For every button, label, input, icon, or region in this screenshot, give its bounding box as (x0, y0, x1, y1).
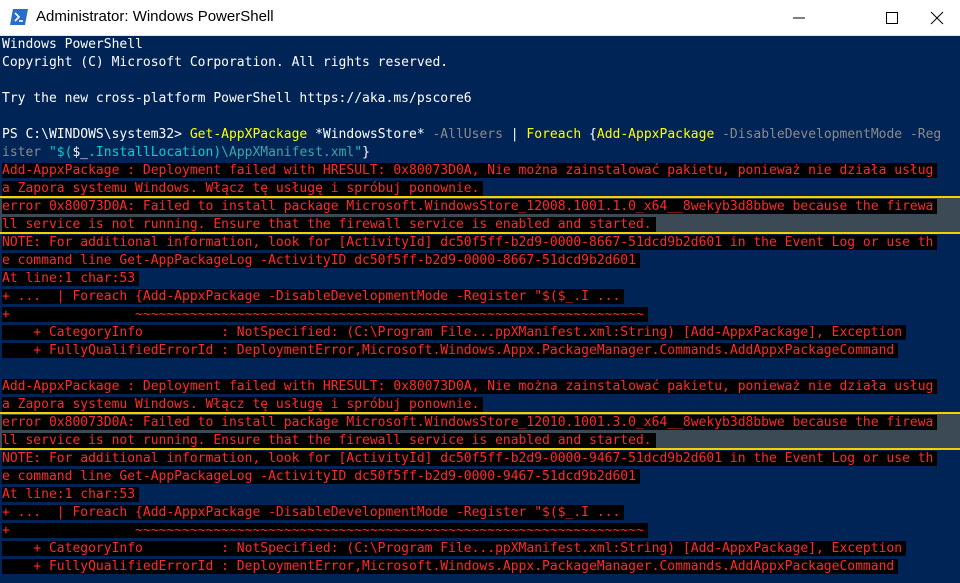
command-line: PS C:\WINDOWS\system32> Get-AppXPackage … (2, 126, 941, 144)
string: "$( (41, 145, 73, 160)
brace: } (362, 145, 370, 160)
error-line: + ~~~~~~~~~~~~~~~~~~~~~~~~~~~~~~~~~~~~~~… (2, 523, 648, 538)
close-button[interactable] (914, 0, 960, 36)
error-line: a Zapora systemu Windows. Włącz tę usług… (2, 397, 484, 412)
header-line: Copyright (C) Microsoft Corporation. All… (2, 55, 449, 70)
error-line: error 0x80073D0A: Failed to install pack… (2, 199, 938, 214)
title-bar[interactable]: Administrator: Windows PowerShell (0, 0, 960, 36)
variable: $_ (72, 145, 89, 160)
error-line: a Zapora systemu Windows. Włącz tę usług… (2, 181, 484, 196)
highlighted-error: error 0x80073D0A: Failed to install pack… (0, 412, 960, 450)
argument: *WindowsStore* (307, 127, 425, 142)
error-line: Add-AppxPackage : Deployment failed with… (2, 379, 938, 394)
error-line: + CategoryInfo : NotSpecified: (C:\Progr… (2, 541, 907, 556)
string: .InstallLocation) (88, 145, 222, 160)
parameter: ister (2, 145, 42, 160)
maximize-icon (886, 12, 898, 24)
error-line: e command line Get-AppPackageLog -Activi… (2, 469, 640, 484)
error-line: + ~~~~~~~~~~~~~~~~~~~~~~~~~~~~~~~~~~~~~~… (2, 307, 648, 322)
parameter: -AllUsers (424, 127, 503, 142)
window-title: Administrator: Windows PowerShell (36, 8, 274, 25)
error-line: + FullyQualifiedErrorId : DeploymentErro… (2, 343, 899, 358)
error-line: ll service is not running. Ensure that t… (2, 433, 656, 448)
parameter: -Reg (902, 127, 942, 142)
string: \AppXManifest.xml (221, 145, 355, 160)
header-line: Windows PowerShell (2, 37, 143, 52)
error-line: At line:1 char:53 (2, 487, 140, 502)
error-line: + ... | Foreach {Add-AppxPackage -Disabl… (2, 505, 625, 520)
error-line: error 0x80073D0A: Failed to install pack… (2, 415, 938, 430)
cmdlet: Foreach (526, 127, 582, 142)
parameter: -DisableDevelopmentMode (714, 127, 903, 142)
error-line: + FullyQualifiedErrorId : DeploymentErro… (2, 559, 899, 574)
cmdlet: Add-AppxPackage (596, 127, 715, 142)
error-line: At line:1 char:53 (2, 271, 140, 286)
error-line: ll service is not running. Ensure that t… (2, 217, 656, 232)
pipe: | (502, 127, 527, 142)
prompt: PS C:\WINDOWS\system32> (2, 127, 190, 142)
error-line: + ... | Foreach {Add-AppxPackage -Disabl… (2, 289, 625, 304)
cmdlet: Get-AppXPackage (189, 127, 308, 142)
string: " (354, 145, 363, 160)
console-output[interactable]: Windows PowerShell Copyright (C) Microso… (0, 36, 960, 583)
error-line: NOTE: For additional information, look f… (2, 451, 938, 466)
close-icon (930, 11, 944, 25)
error-line: Add-AppxPackage : Deployment failed with… (2, 163, 938, 178)
error-line: NOTE: For additional information, look f… (2, 235, 938, 250)
minimize-button[interactable] (776, 0, 822, 36)
error-line: + CategoryInfo : NotSpecified: (C:\Progr… (2, 325, 907, 340)
header-line: Try the new cross-platform PowerShell ht… (2, 91, 472, 106)
command-line: ister "$($_.InstallLocation)\AppXManifes… (2, 144, 370, 162)
maximize-button[interactable] (869, 0, 915, 36)
error-line: e command line Get-AppPackageLog -Activi… (2, 253, 640, 268)
powershell-icon (10, 9, 28, 25)
minimize-icon (793, 17, 805, 19)
brace: { (581, 127, 597, 142)
highlighted-error: error 0x80073D0A: Failed to install pack… (0, 196, 960, 234)
